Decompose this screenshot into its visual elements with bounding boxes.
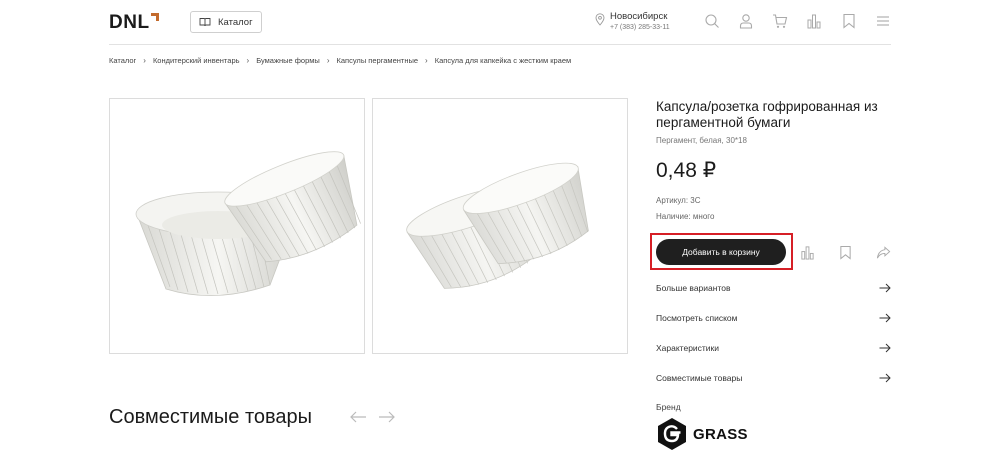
product-stock: Наличие: много <box>656 212 715 221</box>
product-image-2[interactable] <box>372 98 628 354</box>
breadcrumb: Каталог › Кондитерский инвентарь › Бумаж… <box>109 56 571 65</box>
link-label: Совместимые товары <box>656 373 743 383</box>
arrow-right-icon <box>879 283 891 293</box>
product-title: Капсула/розетка гофрированная из пергаме… <box>656 99 878 130</box>
location-pin-icon <box>595 13 605 26</box>
breadcrumb-item[interactable]: Каталог <box>109 56 136 65</box>
site-logo[interactable]: DNL <box>109 12 159 34</box>
brand-logo[interactable]: GRASS <box>656 417 748 451</box>
link-compatible-products[interactable]: Совместимые товары <box>656 371 891 385</box>
link-label: Посмотреть списком <box>656 313 738 323</box>
link-characteristics[interactable]: Характеристики <box>656 341 891 355</box>
chevron-right-icon: › <box>143 56 146 65</box>
bookmark-icon[interactable] <box>839 245 852 260</box>
chevron-right-icon: › <box>246 56 250 65</box>
menu-icon[interactable] <box>876 13 890 29</box>
chevron-right-icon: › <box>425 56 428 65</box>
city-selector[interactable]: Новосибирск +7 (383) 285-33-11 <box>595 11 670 33</box>
arrow-right-icon <box>879 373 891 383</box>
link-label: Характеристики <box>656 343 720 353</box>
search-icon[interactable] <box>704 13 720 29</box>
logo-mark <box>150 13 159 21</box>
link-label: Больше вариантов <box>656 283 731 293</box>
header-divider <box>109 44 891 45</box>
add-to-cart-button[interactable]: Добавить в корзину <box>656 239 786 265</box>
city-name: Новосибирск <box>610 11 668 22</box>
arrow-left-icon[interactable] <box>349 410 367 424</box>
arrow-right-icon <box>879 343 891 353</box>
product-price: 0,48 ₽ <box>656 159 717 182</box>
compare-icon[interactable] <box>800 245 815 260</box>
chevron-right-icon: › <box>326 56 330 65</box>
user-icon[interactable] <box>738 13 754 29</box>
arrow-right-icon <box>879 313 891 323</box>
breadcrumb-current: Капсула для капкейка с жестким краем <box>434 56 572 65</box>
share-icon[interactable] <box>876 245 891 260</box>
breadcrumb-item[interactable]: Капсулы пергаментные <box>337 56 419 65</box>
breadcrumb-item[interactable]: Кондитерский инвентарь <box>153 56 240 65</box>
compatible-section-title: Совместимые товары <box>109 406 313 428</box>
brand-name: GRASS <box>693 425 748 443</box>
link-list-view[interactable]: Посмотреть списком <box>656 311 891 325</box>
arrow-right-icon[interactable] <box>378 410 396 424</box>
catalog-label: Каталог <box>218 16 253 28</box>
logo-text: DNL <box>109 12 150 33</box>
bookmark-icon[interactable] <box>842 13 856 29</box>
cupcake-liners-image <box>135 151 361 297</box>
product-subtitle: Пергамент, белая, 30*18 <box>656 136 747 145</box>
cupcake-liners-image <box>406 162 589 289</box>
brand-label: Бренд <box>656 402 681 412</box>
book-icon <box>199 18 211 27</box>
site-header: DNL Каталог Новосибирск +7 (383) 285-33-… <box>0 0 1000 45</box>
compare-icon[interactable] <box>806 13 822 29</box>
catalog-button[interactable]: Каталог <box>190 11 262 33</box>
breadcrumb-item[interactable]: Бумажные формы <box>256 56 320 65</box>
product-image-1[interactable] <box>109 98 365 354</box>
link-more-variants[interactable]: Больше вариантов <box>656 281 891 295</box>
product-article: Артикул: 3С <box>656 196 701 205</box>
cart-icon[interactable] <box>772 13 788 29</box>
grass-logo-icon <box>658 418 686 450</box>
phone-number[interactable]: +7 (383) 285-33-11 <box>610 23 670 33</box>
